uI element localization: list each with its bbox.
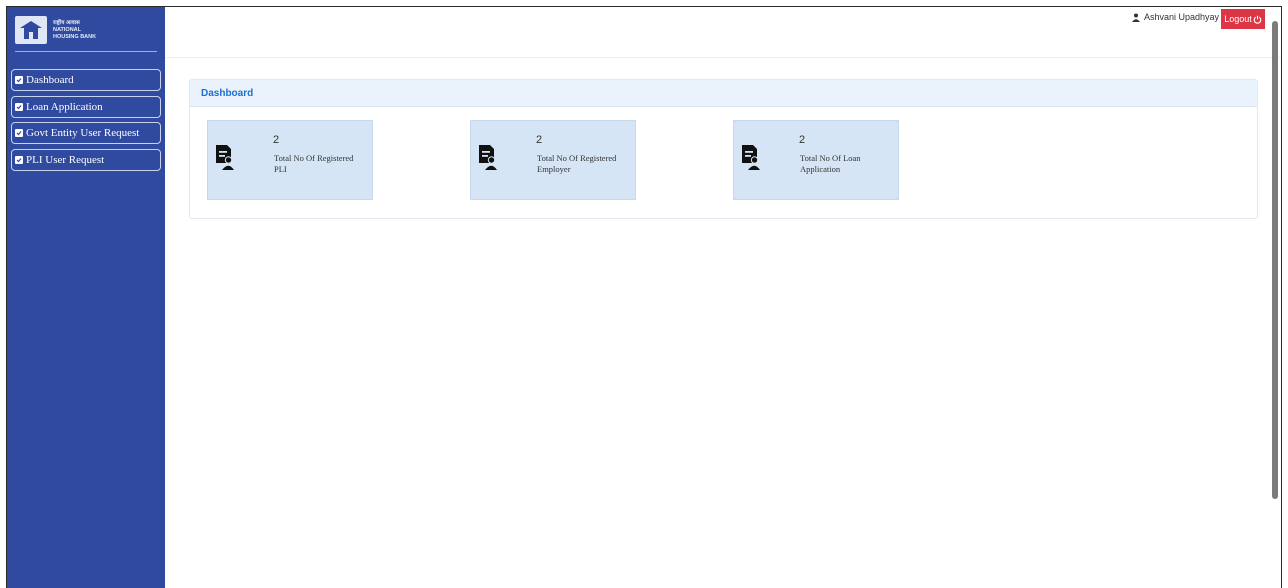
card-label: Total No Of Loan Application bbox=[800, 153, 861, 174]
dashboard-panel: Dashboard 2 Total No Of Registered PLI 2 bbox=[189, 79, 1258, 219]
user-icon bbox=[1131, 13, 1140, 22]
stat-card-registered-employer[interactable]: 2 Total No Of Registered Employer bbox=[470, 120, 636, 200]
document-user-icon bbox=[216, 145, 234, 170]
logo-divider bbox=[15, 51, 157, 52]
sidebar-item-pli-user-request[interactable]: PLI User Request bbox=[11, 148, 161, 171]
user-info[interactable]: Ashvani Upadhyay bbox=[1131, 12, 1219, 22]
card-count: 2 bbox=[273, 134, 280, 146]
sidebar-item-label: PLI User Request bbox=[26, 153, 105, 166]
stat-card-loan-application[interactable]: 2 Total No Of Loan Application bbox=[733, 120, 899, 200]
top-bar: Ashvani Upadhyay Logout bbox=[165, 7, 1281, 58]
sidebar-item-loan-application[interactable]: Loan Application bbox=[11, 95, 161, 118]
vertical-scrollbar[interactable] bbox=[1272, 21, 1278, 499]
card-count: 2 bbox=[799, 134, 806, 146]
logout-label: Logout bbox=[1224, 14, 1252, 24]
document-user-icon bbox=[479, 145, 497, 170]
card-label: Total No Of Registered Employer bbox=[537, 153, 617, 174]
sidebar-item-label: Loan Application bbox=[26, 100, 103, 113]
logout-button[interactable]: Logout bbox=[1221, 9, 1265, 29]
logo-text: राष्ट्रीय आवास NATIONAL HOUSING BANK bbox=[53, 20, 96, 41]
logo-emblem-icon bbox=[15, 16, 47, 44]
sidebar-item-govt-entity-user-request[interactable]: Govt Entity User Request bbox=[11, 122, 161, 144]
sidebar: राष्ट्रीय आवास NATIONAL HOUSING BANK Das… bbox=[7, 7, 165, 588]
power-icon bbox=[1253, 15, 1262, 24]
stat-card-registered-pli[interactable]: 2 Total No Of Registered PLI bbox=[207, 120, 373, 200]
logo-housing-bank-text: HOUSING BANK bbox=[53, 33, 97, 40]
checkbox-icon bbox=[15, 102, 23, 111]
user-name: Ashvani Upadhyay bbox=[1143, 12, 1219, 22]
logo: राष्ट्रीय आवास NATIONAL HOUSING BANK bbox=[15, 13, 157, 47]
sidebar-item-dashboard[interactable]: Dashboard bbox=[11, 69, 161, 91]
sidebar-nav: Dashboard Loan Application Govt Entity U… bbox=[11, 69, 161, 175]
card-label: Total No Of Registered PLI bbox=[274, 153, 354, 174]
sidebar-item-label: Dashboard bbox=[26, 74, 74, 86]
card-count: 2 bbox=[536, 134, 543, 146]
sidebar-item-label: Govt Entity User Request bbox=[26, 127, 140, 139]
checkbox-icon bbox=[15, 129, 23, 137]
logo-national-text: NATIONAL bbox=[53, 26, 82, 33]
checkbox-icon bbox=[15, 155, 23, 164]
document-user-icon bbox=[742, 145, 760, 170]
logo-hindi-text: राष्ट्रीय आवास bbox=[53, 19, 80, 26]
checkbox-icon bbox=[15, 76, 23, 84]
app-window: राष्ट्रीय आवास NATIONAL HOUSING BANK Das… bbox=[6, 6, 1282, 588]
panel-title: Dashboard bbox=[190, 80, 1257, 107]
